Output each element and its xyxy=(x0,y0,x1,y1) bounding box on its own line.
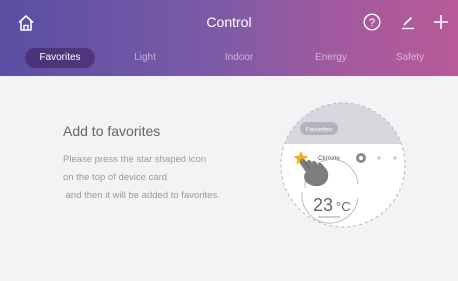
edit-icon[interactable] xyxy=(399,13,417,31)
svg-text:?: ? xyxy=(369,17,375,29)
title-bar: Control ? xyxy=(0,0,458,44)
illustration-tab-label: Favorites xyxy=(306,127,333,134)
tab-indoor[interactable]: Indoor xyxy=(219,48,259,68)
favorites-hint-illustration: Favorites Climate 23 °C xyxy=(278,100,408,230)
description-line: Please press the star shaped icon xyxy=(63,154,207,165)
plus-icon[interactable] xyxy=(431,12,451,32)
description-line: and then it will be added to favorites. xyxy=(63,190,220,201)
description-line: on the top of device card xyxy=(63,172,168,183)
illustration-temperature: 23 xyxy=(313,195,333,215)
tab-light[interactable]: Light xyxy=(130,48,160,68)
category-tabs: Favorites Light Indoor Energy Safety xyxy=(0,44,458,72)
help-icon[interactable]: ? xyxy=(363,13,381,31)
illustration-temperature-unit: °C xyxy=(336,199,351,214)
empty-state-description: Please press the star shaped icon on the… xyxy=(63,151,220,205)
empty-state-heading: Add to favorites xyxy=(63,123,161,139)
tab-favorites[interactable]: Favorites xyxy=(25,48,95,68)
tab-safety[interactable]: Safety xyxy=(392,48,428,68)
tab-energy[interactable]: Energy xyxy=(311,48,351,68)
app-header: Control ? Favorites Light Indoor Energy … xyxy=(0,0,458,76)
page-title: Control xyxy=(206,14,252,30)
